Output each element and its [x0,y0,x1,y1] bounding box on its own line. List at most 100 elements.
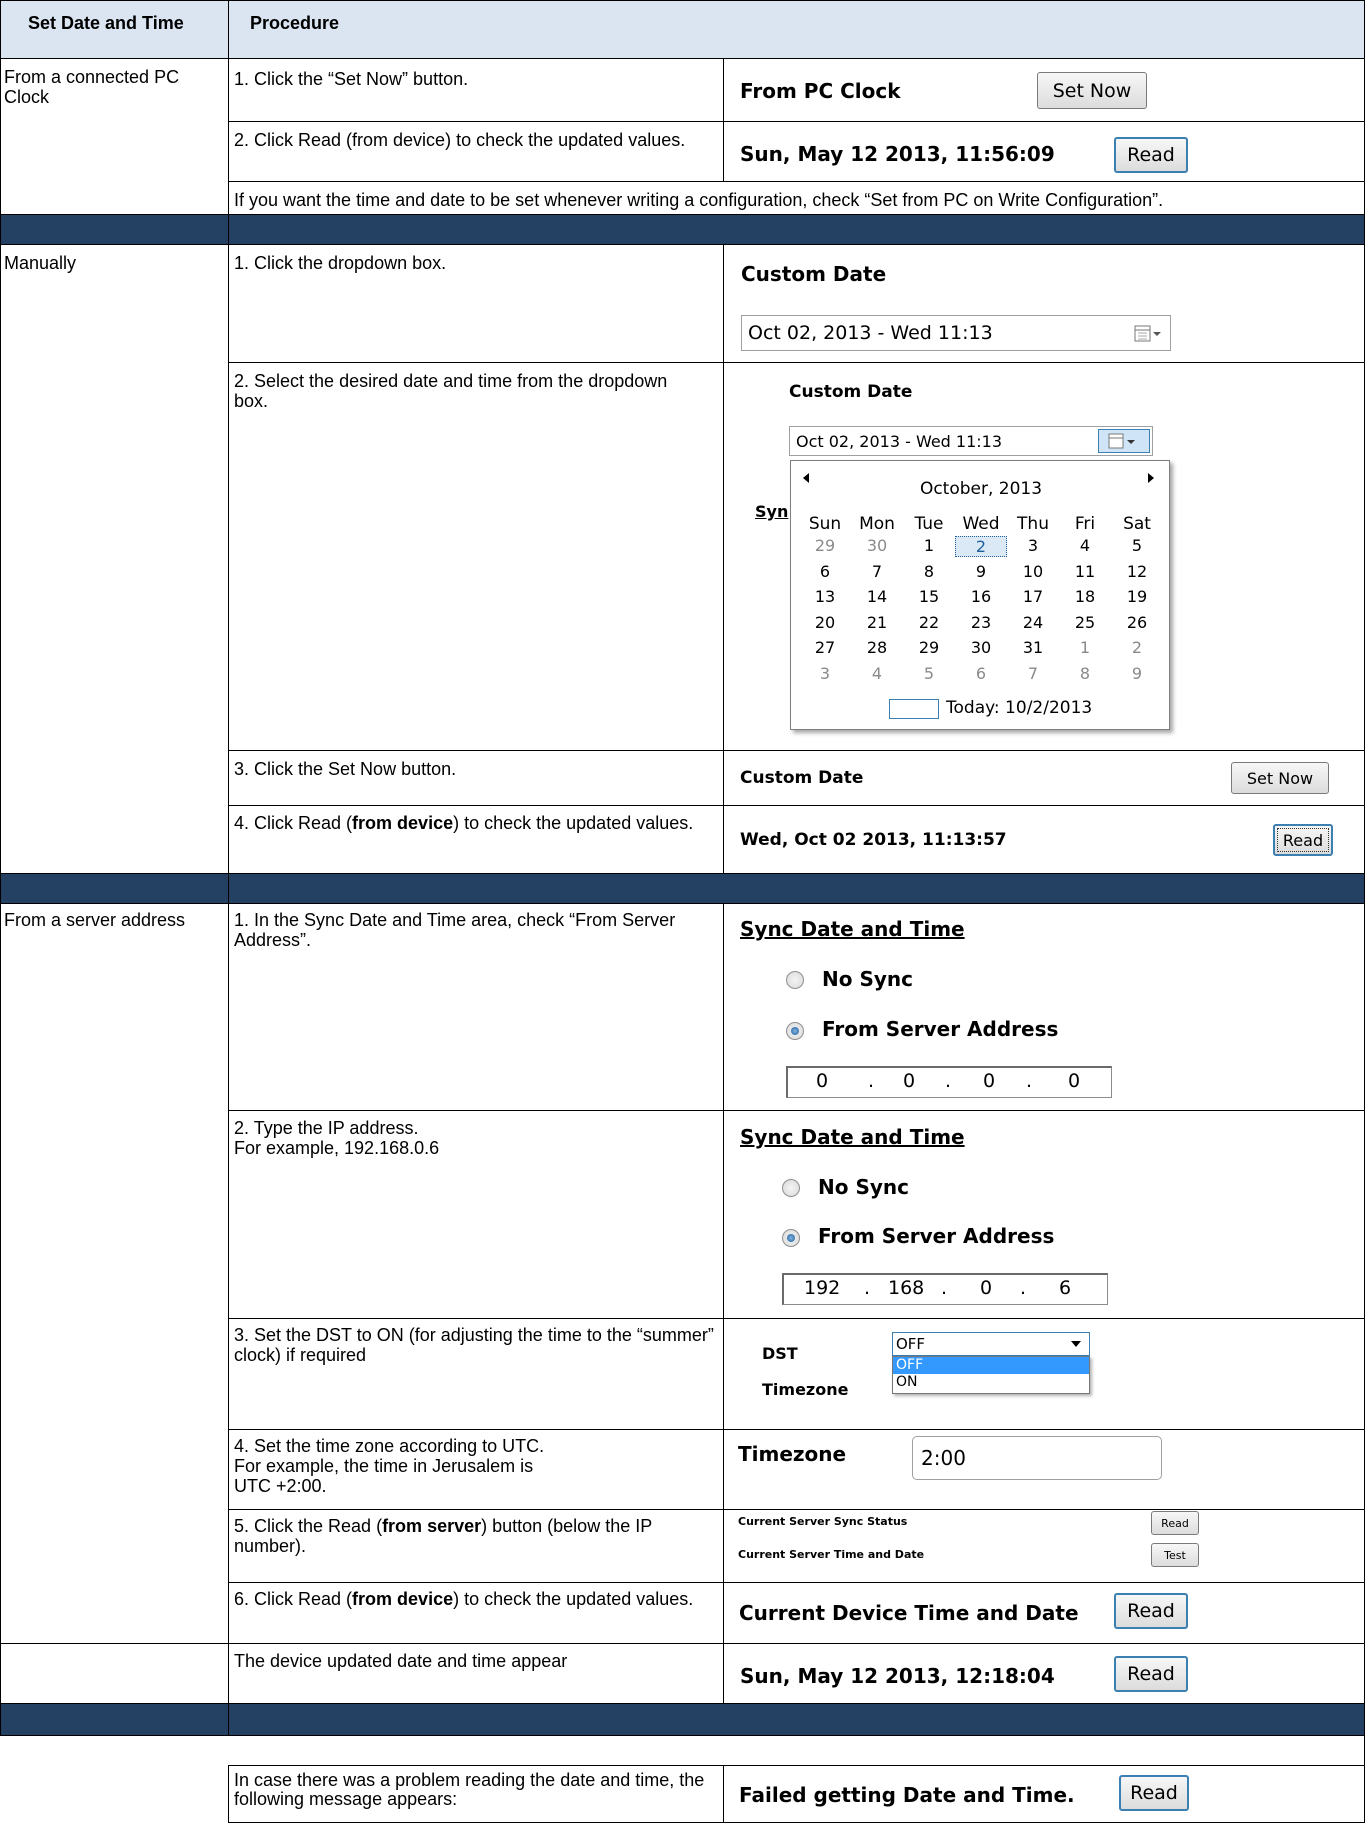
date-picker-input[interactable]: Oct 02, 2013 - Wed 11:13 [789,426,1153,456]
dst-option-on[interactable]: ON [893,1374,1089,1391]
step-text: 1. In the Sync Date and Time area, check… [234,910,676,950]
chevron-down-icon[interactable] [1071,1341,1081,1347]
calendar-day[interactable]: 16 [955,587,1007,606]
timezone-input[interactable]: 2:00 [912,1436,1162,1480]
no-sync-radio[interactable] [786,971,804,989]
calendar-day[interactable]: 8 [1059,664,1111,683]
sync-date-time-title: Sync Date and Time [740,1125,965,1149]
calendar-day[interactable]: 8 [903,562,955,581]
step-text: 3. Set the DST to ON (for adjusting the … [234,1325,714,1365]
calendar-icon[interactable] [1098,429,1150,453]
device-time-label: Current Device Time and Date [739,1601,1079,1625]
ip-dot: . [868,1070,875,1092]
ip-address-field[interactable]: 192 . 168 . 0 . 6 [782,1273,1108,1305]
calendar-day[interactable]: 10 [1007,562,1059,581]
ip-octet: 0 [980,1277,993,1299]
calendar-day[interactable]: 19 [1111,587,1163,606]
calendar-day[interactable]: 7 [851,562,903,581]
ip-octet: 0 [903,1070,916,1092]
header-set-date-time: Set Date and Time [28,13,184,33]
calendar-day[interactable]: 21 [851,613,903,632]
calendar-day[interactable]: 31 [1007,638,1059,657]
calendar-icon[interactable] [1134,325,1162,343]
weekday-header: Fri [1074,514,1096,534]
header-procedure: Procedure [250,13,340,33]
calendar-day[interactable]: 6 [799,562,851,581]
from-server-radio[interactable] [782,1229,800,1247]
step-text: 4. Click Read (from device) to check the… [234,813,694,833]
calendar-day[interactable]: 1 [903,536,955,555]
calendar-day[interactable]: 27 [799,638,851,657]
dst-option-off[interactable]: OFF [893,1357,1089,1374]
calendar-day[interactable]: 25 [1059,613,1111,632]
test-button[interactable]: Test [1151,1543,1199,1567]
step-text: 5. Click the Read (from server) button (… [234,1516,652,1556]
calendar-day[interactable]: 23 [955,613,1007,632]
step-text: 1. Click the dropdown box. [234,253,447,273]
calendar-day[interactable]: 22 [903,613,955,632]
from-server-radio[interactable] [786,1022,804,1040]
calendar-day[interactable]: 11 [1059,562,1111,581]
next-month-arrow[interactable] [1148,473,1154,483]
calendar-day[interactable]: 9 [955,562,1007,581]
dst-select[interactable]: OFF [892,1332,1090,1356]
set-now-button[interactable]: Set Now [1037,72,1147,109]
read-button[interactable]: Read [1114,1656,1188,1692]
calendar-day[interactable]: 20 [799,613,851,632]
ip-octet: 0 [1068,1070,1081,1092]
calendar-day[interactable]: 28 [851,638,903,657]
step-text: 2. Type the IP address. For example, 192… [234,1118,440,1158]
read-button[interactable]: Read [1273,824,1333,856]
dst-label: DST [762,1344,798,1363]
calendar-month: October, 2013 [919,479,1043,499]
calendar-day[interactable]: 3 [799,664,851,683]
calendar-day[interactable]: 24 [1007,613,1059,632]
ip-octet: 0 [816,1070,829,1092]
method-manually: Manually [4,253,77,273]
calendar-day[interactable]: 5 [1111,536,1163,555]
weekday-header: Thu [1017,514,1049,534]
date-picker-input[interactable]: Oct 02, 2013 - Wed 11:13 [741,315,1171,351]
calendar-day[interactable]: 5 [903,664,955,683]
calendar-day[interactable]: 17 [1007,587,1059,606]
read-button[interactable]: Read [1119,1775,1189,1811]
calendar-day[interactable]: 30 [955,638,1007,657]
ip-octet: 6 [1059,1277,1072,1299]
calendar-day[interactable]: 4 [851,664,903,683]
calendar-day[interactable]: 18 [1059,587,1111,606]
ip-dot: . [1020,1277,1027,1299]
today-link[interactable]: Today: 10/2/2013 [946,698,1092,718]
manual-datetime-value: Wed, Oct 02 2013, 11:13:57 [740,830,1007,850]
sync-status-label: Current Server Sync Status [738,1515,908,1528]
calendar-day[interactable]: 7 [1007,664,1059,683]
dst-options-list: OFF ON [892,1356,1090,1394]
no-sync-radio[interactable] [782,1179,800,1197]
calendar-day[interactable]: 26 [1111,613,1163,632]
pc-datetime-value: Sun, May 12 2013, 11:56:09 [740,142,1055,166]
calendar-day[interactable]: 12 [1111,562,1163,581]
calendar-day[interactable]: 1 [1059,638,1111,657]
calendar-day[interactable]: 9 [1111,664,1163,683]
calendar-day[interactable]: 29 [799,536,851,555]
calendar-day[interactable]: 13 [799,587,851,606]
step-text: 6. Click Read (from device) to check the… [234,1589,694,1609]
read-button[interactable]: Read [1151,1511,1199,1535]
calendar-day[interactable]: 30 [851,536,903,555]
calendar-day[interactable]: 2 [1111,638,1163,657]
device-datetime-value: Sun, May 12 2013, 12:18:04 [740,1664,1055,1688]
ip-address-field[interactable]: 0 . 0 . 0 . 0 [786,1066,1112,1098]
calendar-day[interactable]: 2 [955,536,1007,557]
calendar-day[interactable]: 6 [955,664,1007,683]
read-button[interactable]: Read [1114,1593,1188,1629]
read-button[interactable]: Read [1114,137,1188,173]
calendar-day[interactable]: 3 [1007,536,1059,555]
set-now-button[interactable]: Set Now [1231,762,1329,794]
calendar-day[interactable]: 4 [1059,536,1111,555]
calendar-day[interactable]: 15 [903,587,955,606]
weekday-header: Sun [808,514,842,534]
section-divider [0,1703,1365,1735]
calendar-day[interactable]: 29 [903,638,955,657]
from-server-label: From Server Address [818,1224,1055,1248]
weekday-header: Wed [962,514,1000,534]
calendar-day[interactable]: 14 [851,587,903,606]
